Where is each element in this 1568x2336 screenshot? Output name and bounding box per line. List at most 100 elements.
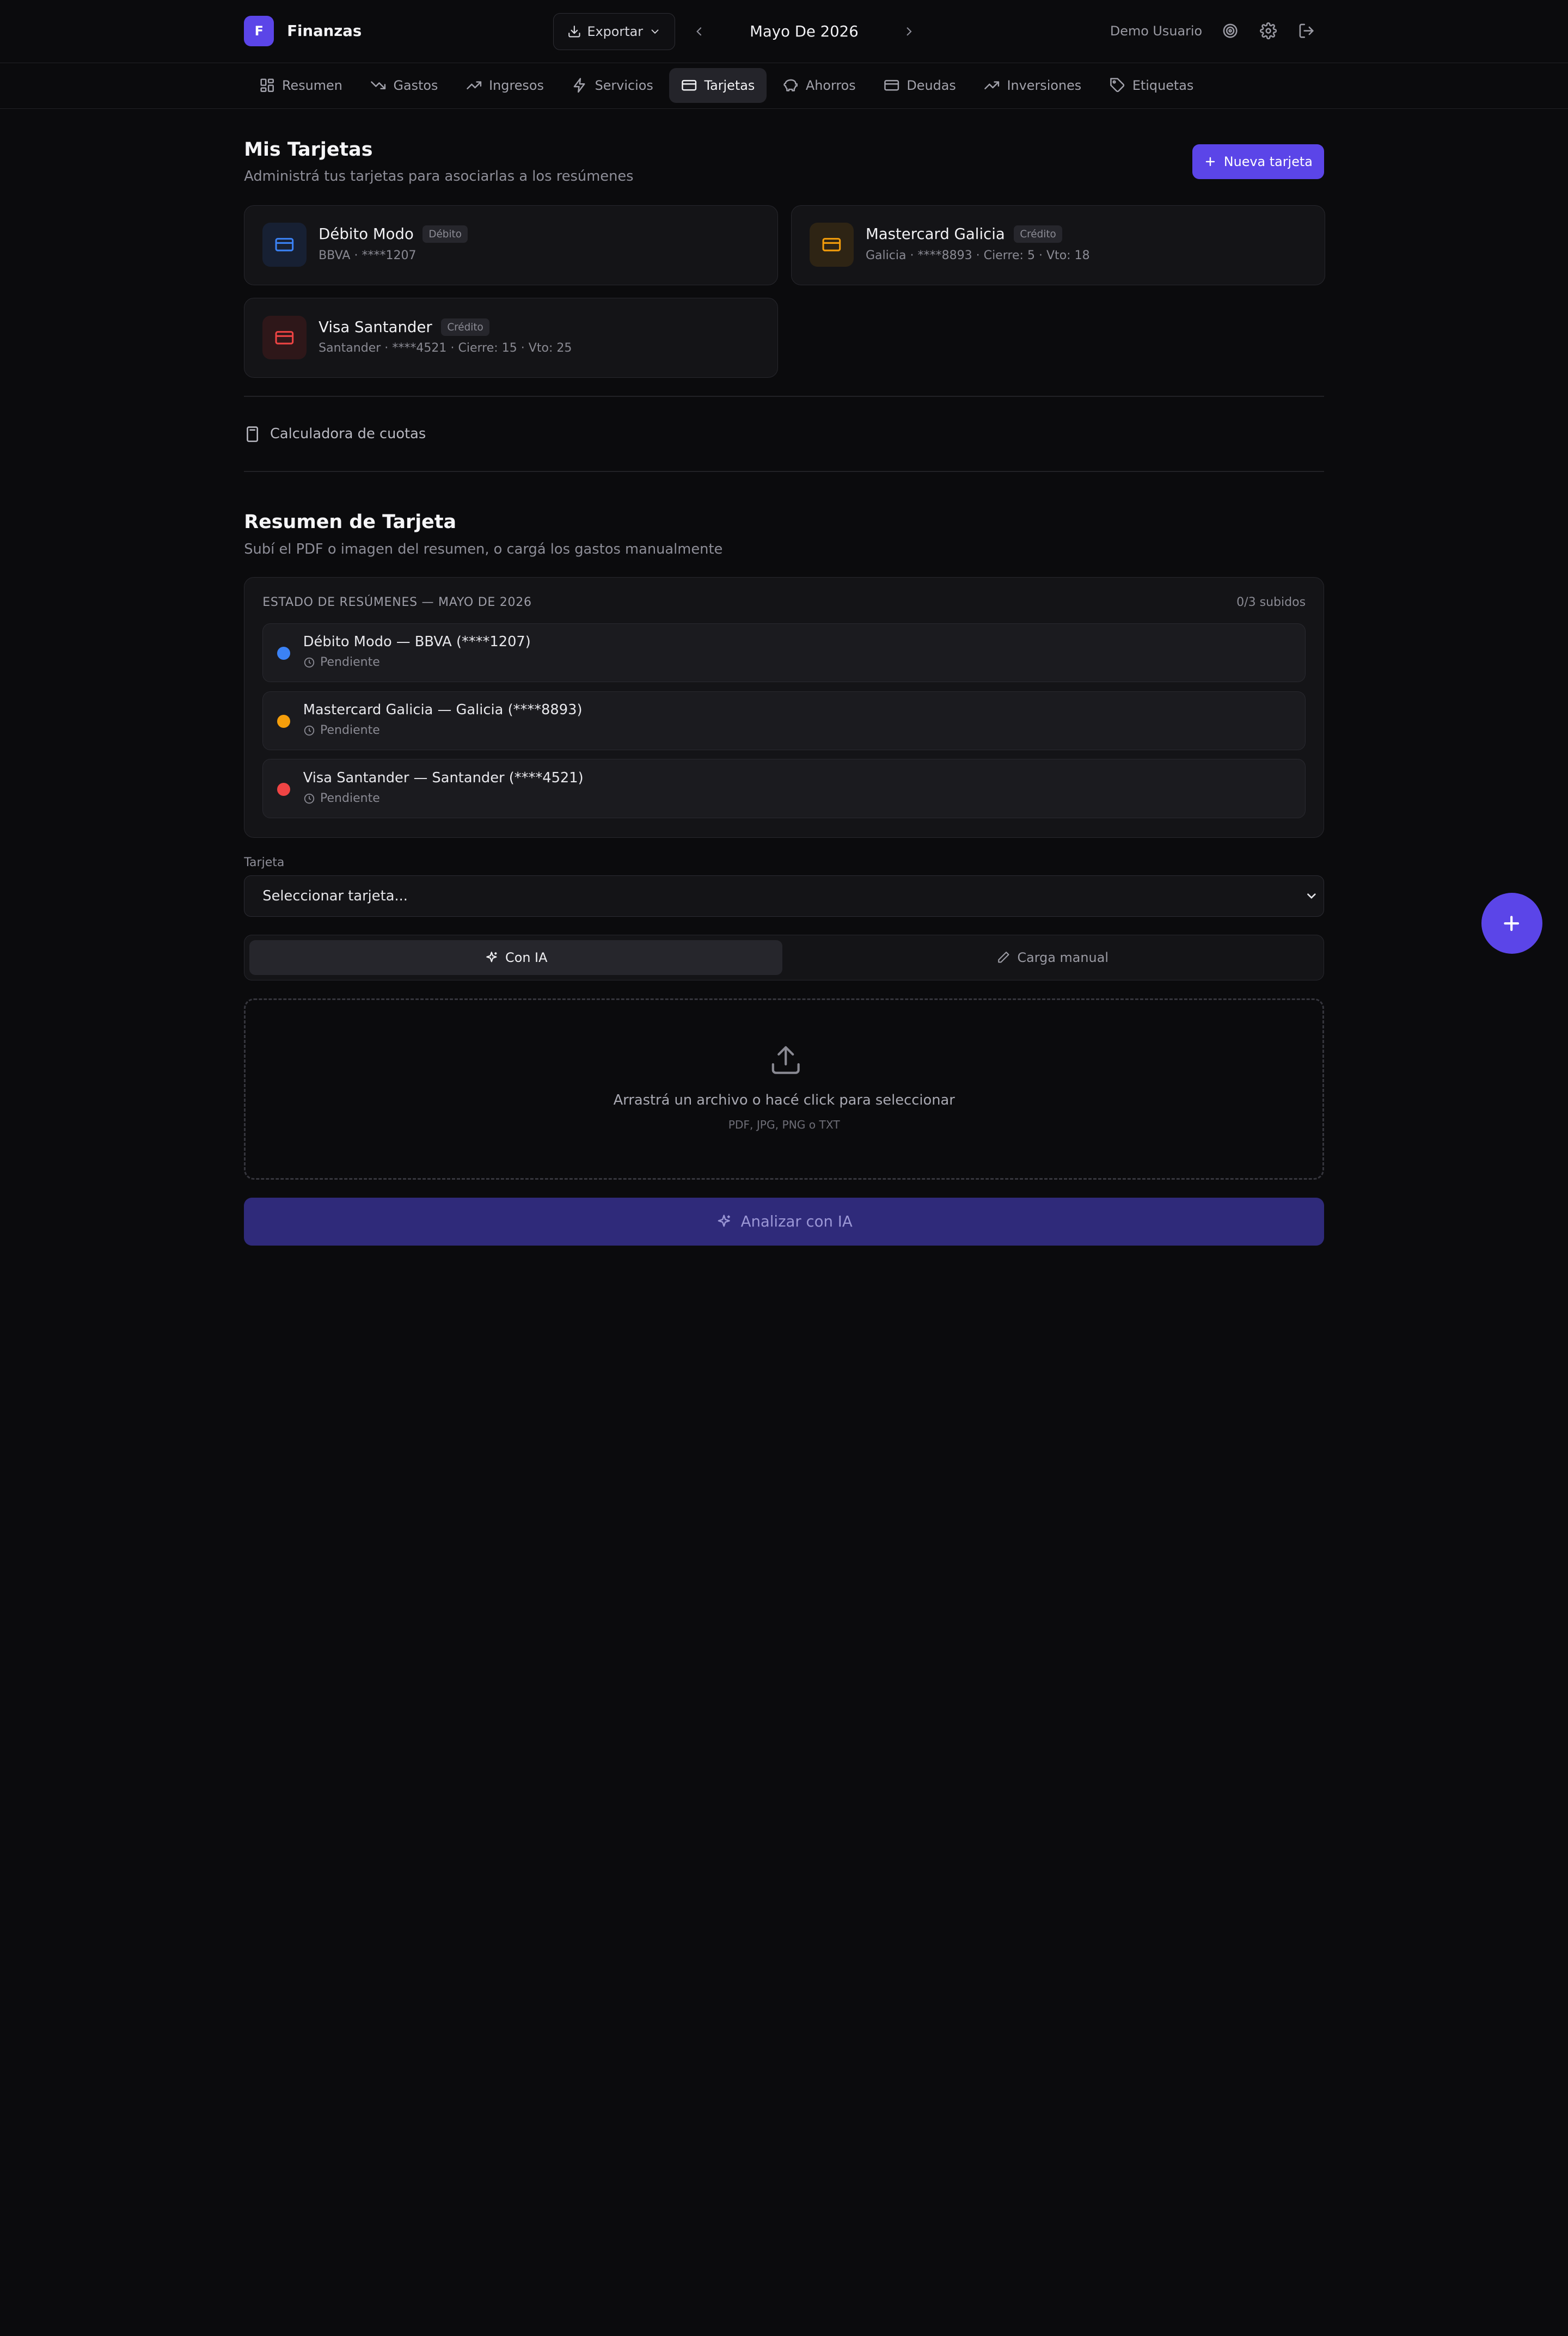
status-card-name: Mastercard Galicia — Galicia (****8893): [303, 701, 583, 718]
card-type-badge: Crédito: [441, 318, 489, 336]
export-label: Exportar: [587, 23, 644, 39]
tab-gastos[interactable]: Gastos: [358, 68, 450, 103]
chart-up-icon: [984, 81, 1000, 90]
top-bar: F Finanzas Exportar Mayo De 2026 Demo Us…: [0, 0, 1568, 63]
chevron-down-icon: [1307, 893, 1316, 899]
status-item: Mastercard Galicia — Galicia (****8893) …: [262, 691, 1306, 750]
statement-status-panel: ESTADO DE RESÚMENES — MAYO DE 2026 0/3 s…: [244, 577, 1325, 838]
chevron-right-icon: [906, 27, 912, 36]
calculator-label: Calculadora de cuotas: [270, 426, 426, 443]
tab-deudas[interactable]: Deudas: [872, 68, 968, 103]
card-meta: Santander · ****4521 · Cierre: 15 · Vto:…: [318, 341, 572, 355]
tab-servicios[interactable]: Servicios: [560, 68, 665, 103]
previous-month-button[interactable]: [686, 19, 712, 45]
summary-section-title: Resumen de Tarjeta: [244, 511, 457, 533]
upload-mode-toggle: Con IA Carga manual: [244, 934, 1325, 981]
card-meta: Galicia · ****8893 · Cierre: 5 · Vto: 18: [865, 248, 1090, 262]
tab-inversiones[interactable]: Inversiones: [972, 68, 1093, 103]
tab-label: Ahorros: [805, 78, 856, 94]
target-icon: [1223, 23, 1238, 38]
analyze-ai-button[interactable]: Analizar con IA: [244, 1197, 1325, 1246]
card-title-row: Mastercard Galicia Crédito: [866, 225, 1062, 243]
main-content: Mis Tarjetas Administrá tus tarjetas par…: [244, 109, 1325, 1246]
mode-manual-label: Carga manual: [1017, 950, 1108, 966]
status-state-label: Pendiente: [320, 655, 380, 670]
floating-add-button[interactable]: [1481, 893, 1542, 954]
file-dropzone[interactable]: Arrastrá un archivo o hacé click para se…: [244, 998, 1325, 1180]
card-meta: BBVA · ****1207: [318, 248, 416, 262]
tab-label: Inversiones: [1007, 78, 1082, 94]
clock-icon: [304, 793, 314, 804]
tab-etiquetas[interactable]: Etiquetas: [1098, 68, 1206, 103]
sparkles-icon: [718, 1215, 730, 1227]
tag-icon: [1110, 78, 1124, 93]
mode-manual-button[interactable]: Carga manual: [786, 940, 1319, 975]
brand[interactable]: F Finanzas: [244, 16, 362, 46]
tab-tarjetas[interactable]: Tarjetas: [669, 68, 767, 103]
gear-icon: [1259, 22, 1277, 40]
chevron-down-icon: [651, 29, 659, 34]
upload-icon: [771, 1046, 800, 1075]
card-item-visa-santander[interactable]: Visa Santander Crédito Santander · ****4…: [244, 298, 779, 378]
status-state: Pendiente: [303, 724, 380, 737]
analyze-label: Analizar con IA: [740, 1212, 853, 1230]
main-nav: Resumen Gastos Ingresos Servicios Tarjet…: [0, 63, 1568, 109]
card-name: Mastercard Galicia: [865, 225, 1005, 243]
card-icon-wrap: [810, 222, 854, 267]
clock-icon: [304, 725, 314, 736]
tab-ahorros[interactable]: Ahorros: [771, 68, 868, 103]
status-color-dot: [277, 714, 290, 728]
new-card-button[interactable]: Nueva tarjeta: [1192, 144, 1325, 179]
card-item-mastercard-galicia[interactable]: Mastercard Galicia Crédito Galicia · ***…: [791, 205, 1325, 285]
card-select-label: Tarjeta: [244, 856, 285, 870]
brand-name: Finanzas: [287, 22, 362, 40]
card-list: Débito Modo Débito BBVA · ****1207 Maste…: [244, 205, 1325, 378]
status-state: Pendiente: [303, 792, 380, 805]
credit-card-icon: [682, 80, 697, 91]
card-select[interactable]: Seleccionar tarjeta...: [244, 875, 1325, 917]
trending-up-icon: [467, 81, 482, 90]
dropzone-formats: PDF, JPG, PNG o TXT: [728, 1118, 840, 1132]
card-name: Débito Modo: [318, 225, 414, 243]
grid-icon: [260, 78, 274, 93]
credit-card-icon: [275, 237, 294, 252]
current-month: Mayo De 2026: [750, 22, 859, 40]
cards-section-subtitle: Administrá tus tarjetas para asociarlas …: [244, 168, 634, 185]
plus-icon: [1205, 157, 1215, 166]
wallet-icon: [884, 80, 899, 91]
cards-section-header: Mis Tarjetas Administrá tus tarjetas par…: [244, 109, 1325, 205]
status-item: Débito Modo — BBVA (****1207) Pendiente: [262, 623, 1306, 683]
mode-ai-button[interactable]: Con IA: [249, 940, 782, 976]
plus-icon: [1504, 916, 1520, 931]
tab-ingresos[interactable]: Ingresos: [454, 68, 556, 103]
tab-resumen[interactable]: Resumen: [247, 68, 354, 103]
sparkles-icon: [486, 952, 497, 962]
user-name: Demo Usuario: [1110, 23, 1203, 39]
card-title-row: Visa Santander Crédito: [318, 318, 489, 336]
brand-logo: F: [244, 16, 274, 46]
mode-ai-label: Con IA: [505, 950, 548, 966]
tab-label: Deudas: [906, 78, 956, 94]
tab-label: Resumen: [282, 78, 342, 94]
installment-calculator-toggle[interactable]: Calculadora de cuotas: [244, 397, 1324, 471]
status-state: Pendiente: [303, 655, 380, 669]
piggy-bank-icon: [783, 79, 798, 92]
tab-label: Gastos: [393, 78, 438, 94]
new-card-label: Nueva tarjeta: [1223, 154, 1313, 169]
card-item-debito-modo[interactable]: Débito Modo Débito BBVA · ****1207: [244, 205, 779, 285]
pencil-icon: [998, 952, 1009, 963]
status-card-name: Débito Modo — BBVA (****1207): [303, 634, 531, 650]
settings-button[interactable]: [1256, 19, 1280, 43]
user-area: Demo Usuario: [1110, 19, 1318, 43]
target-button[interactable]: [1218, 19, 1242, 43]
logout-icon: [1299, 23, 1314, 38]
card-icon-wrap: [262, 315, 307, 360]
chevron-left-icon: [696, 27, 702, 36]
credit-card-icon: [822, 237, 841, 252]
logout-button[interactable]: [1294, 19, 1318, 43]
card-type-badge: Crédito: [1014, 225, 1062, 243]
next-month-button[interactable]: [896, 19, 922, 45]
month-navigator: Mayo De 2026: [686, 13, 922, 50]
export-button[interactable]: Exportar: [553, 13, 675, 50]
trending-down-icon: [371, 81, 386, 90]
